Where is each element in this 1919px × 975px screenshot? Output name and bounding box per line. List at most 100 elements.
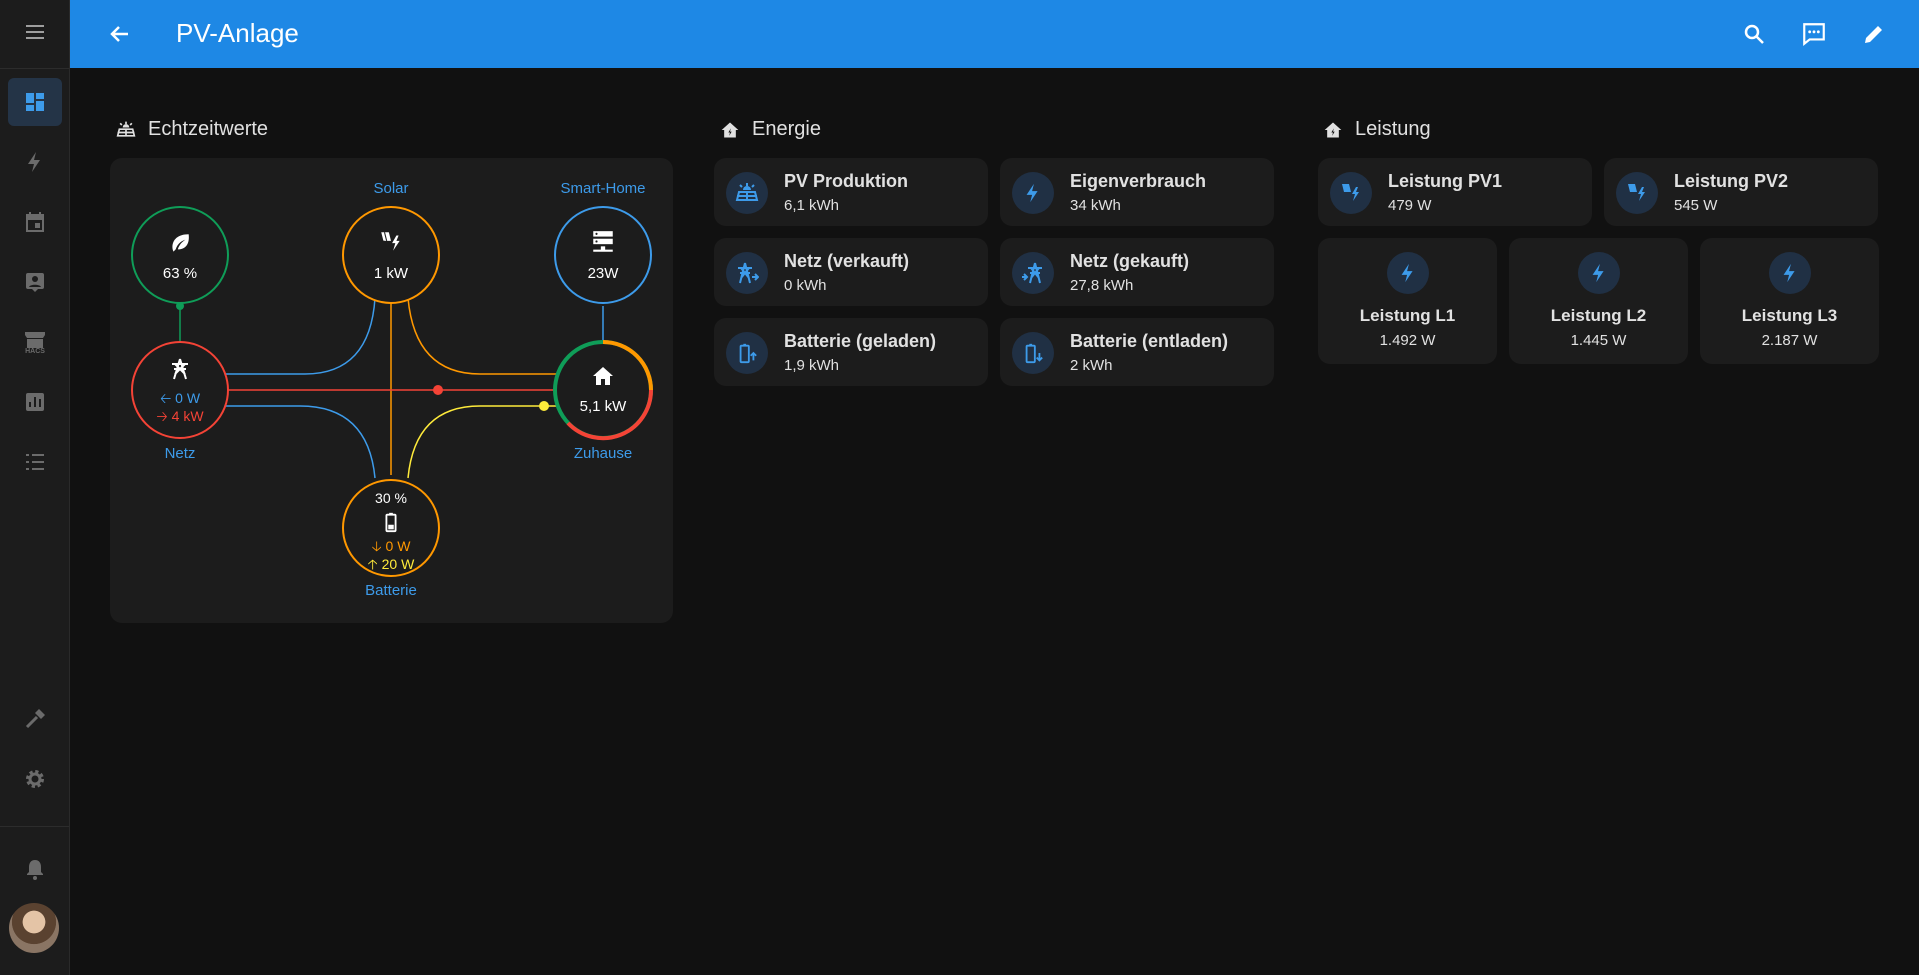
gear-icon	[26, 770, 44, 788]
home-node[interactable]: 5,1 kW	[555, 342, 651, 438]
smarthome-label: Smart-Home	[560, 180, 646, 197]
solar-node[interactable]: 1 kW	[343, 207, 439, 303]
tile-value: 1.492 W	[1379, 332, 1436, 349]
sidebar-item-history[interactable]	[8, 378, 62, 426]
battery-arrow-up-icon	[739, 343, 757, 364]
battery-out: 🡡 20 W	[343, 554, 439, 578]
tile-eigenverbrauch[interactable]: Eigenverbrauch 34 kWh	[1000, 158, 1274, 226]
solar-panel-icon	[735, 183, 759, 201]
tile-icon	[1577, 252, 1620, 294]
power-title: Leistung	[1355, 118, 1431, 140]
energy-title: Energie	[752, 118, 821, 140]
transmission-tower-export-icon	[738, 262, 759, 284]
tile-icon	[726, 252, 768, 294]
tile-leistung-pv2[interactable]: Leistung PV2 545 W	[1604, 158, 1878, 226]
lightning-icon	[1401, 263, 1413, 283]
home-lightning-icon	[1324, 122, 1342, 137]
assist-button[interactable]	[1794, 14, 1834, 54]
tile-batterie-entladen[interactable]: Batterie (entladen) 2 kWh	[1000, 318, 1274, 386]
battery-arrow-down-icon	[1025, 343, 1043, 364]
transmission-tower-import-icon	[1022, 262, 1042, 284]
back-arrow-icon	[110, 26, 128, 42]
sidebar-item-hacs[interactable]: HACS	[8, 318, 62, 366]
solar-power-icon	[1342, 184, 1359, 201]
tile-icon	[726, 332, 768, 374]
low-carbon-node[interactable]: 63 %	[132, 207, 228, 303]
energy-heading: Energie	[720, 118, 821, 141]
tile-name: Leistung PV2	[1674, 171, 1789, 191]
sidebar-item-calendar[interactable]	[8, 198, 62, 246]
sidebar-item-energy[interactable]	[8, 138, 62, 186]
calendar-icon	[26, 212, 44, 232]
solar-value: 1 kW	[373, 265, 409, 282]
sidebar-item-overview[interactable]	[8, 78, 62, 126]
home-lightning-icon	[721, 122, 739, 137]
tile-value: 479 W	[1388, 197, 1432, 214]
battery-icon	[385, 512, 397, 533]
sidebar-item-logbook[interactable]	[8, 258, 62, 306]
back-button[interactable]	[100, 14, 140, 54]
grid-return-arrow: 🡠	[159, 390, 172, 406]
grid-return-value: 0 W	[175, 390, 201, 406]
edit-button[interactable]	[1854, 14, 1894, 54]
sidebar-item-developer-tools[interactable]	[8, 695, 62, 743]
battery-node[interactable]: 30 % 🡣 0 W 🡡 20 W	[343, 480, 439, 576]
tile-icon	[1012, 172, 1054, 214]
grid-consumption-arrow: 🡢	[156, 408, 168, 424]
tile-name: Batterie (entladen)	[1070, 331, 1229, 351]
solar-power-icon	[1628, 184, 1645, 201]
tile-leistung-pv1[interactable]: Leistung PV1 479 W	[1318, 158, 1592, 226]
tile-leistung-l2[interactable]: Leistung L2 1.445 W	[1509, 238, 1688, 364]
solar-panel-icon	[116, 121, 136, 137]
tile-value: 2 kWh	[1070, 357, 1113, 374]
list-icon	[26, 454, 44, 470]
tile-value: 27,8 kWh	[1070, 277, 1134, 294]
dashboard-view: Echtzeitwerte Solar Smart-Home Netz Zuha…	[70, 68, 1919, 975]
home-value: 5,1 kW	[579, 398, 627, 415]
store-icon	[25, 331, 45, 348]
assist-icon	[1803, 23, 1825, 47]
hammer-icon	[25, 709, 45, 729]
tile-netz-gekauft[interactable]: Netz (gekauft) 27,8 kWh	[1000, 238, 1274, 306]
home-icon	[593, 367, 613, 385]
tile-name: Netz (verkauft)	[784, 251, 910, 271]
tile-value: 1.445 W	[1570, 332, 1627, 349]
menu-button[interactable]	[8, 8, 62, 56]
sidebar-item-notifications[interactable]	[8, 845, 62, 893]
sidebar-item-todo[interactable]	[8, 438, 62, 486]
bell-icon	[27, 860, 43, 880]
tile-value: 6,1 kWh	[784, 197, 840, 214]
chart-icon	[26, 393, 44, 411]
tile-icon	[1386, 252, 1429, 294]
tile-name: Leistung PV1	[1388, 171, 1503, 191]
account-box-icon	[26, 273, 44, 292]
battery-in-arrow: 🡣	[371, 538, 382, 554]
leaf-icon	[172, 234, 189, 252]
tile-netz-verkauft[interactable]: Netz (verkauft) 0 kWh	[714, 238, 988, 306]
search-button[interactable]	[1734, 14, 1774, 54]
tile-leistung-l3[interactable]: Leistung L3 2.187 W	[1700, 238, 1879, 364]
realtime-heading: Echtzeitwerte	[116, 118, 268, 141]
smarthome-node[interactable]: 23W	[555, 207, 651, 303]
tile-name: Eigenverbrauch	[1070, 171, 1207, 191]
grid-node[interactable]: 🡠 0 W 🡢 4 kW	[132, 342, 228, 438]
lightning-icon	[28, 152, 40, 172]
battery-label: Batterie	[365, 582, 417, 599]
sidebar: HACS	[0, 0, 70, 975]
grid-consumption-value: 4 kW	[171, 408, 204, 424]
lightning-icon	[1783, 263, 1795, 283]
lightning-icon	[1592, 263, 1604, 283]
tile-name: Leistung L2	[1550, 306, 1647, 325]
battery-soc: 30 %	[375, 490, 407, 506]
tile-name: PV Produktion	[784, 171, 909, 191]
tile-batterie-geladen[interactable]: Batterie (geladen) 1,9 kWh	[714, 318, 988, 386]
sidebar-item-settings[interactable]	[8, 755, 62, 803]
home-label: Zuhause	[573, 445, 633, 462]
tile-value: 2.187 W	[1761, 332, 1818, 349]
hacs-text: HACS	[25, 347, 45, 355]
avatar[interactable]	[9, 903, 59, 953]
tile-value: 1,9 kWh	[784, 357, 840, 374]
tile-leistung-l1[interactable]: Leistung L1 1.492 W	[1318, 238, 1497, 364]
tile-pv-produktion[interactable]: PV Produktion 6,1 kWh	[714, 158, 988, 226]
pencil-icon	[1865, 26, 1882, 43]
